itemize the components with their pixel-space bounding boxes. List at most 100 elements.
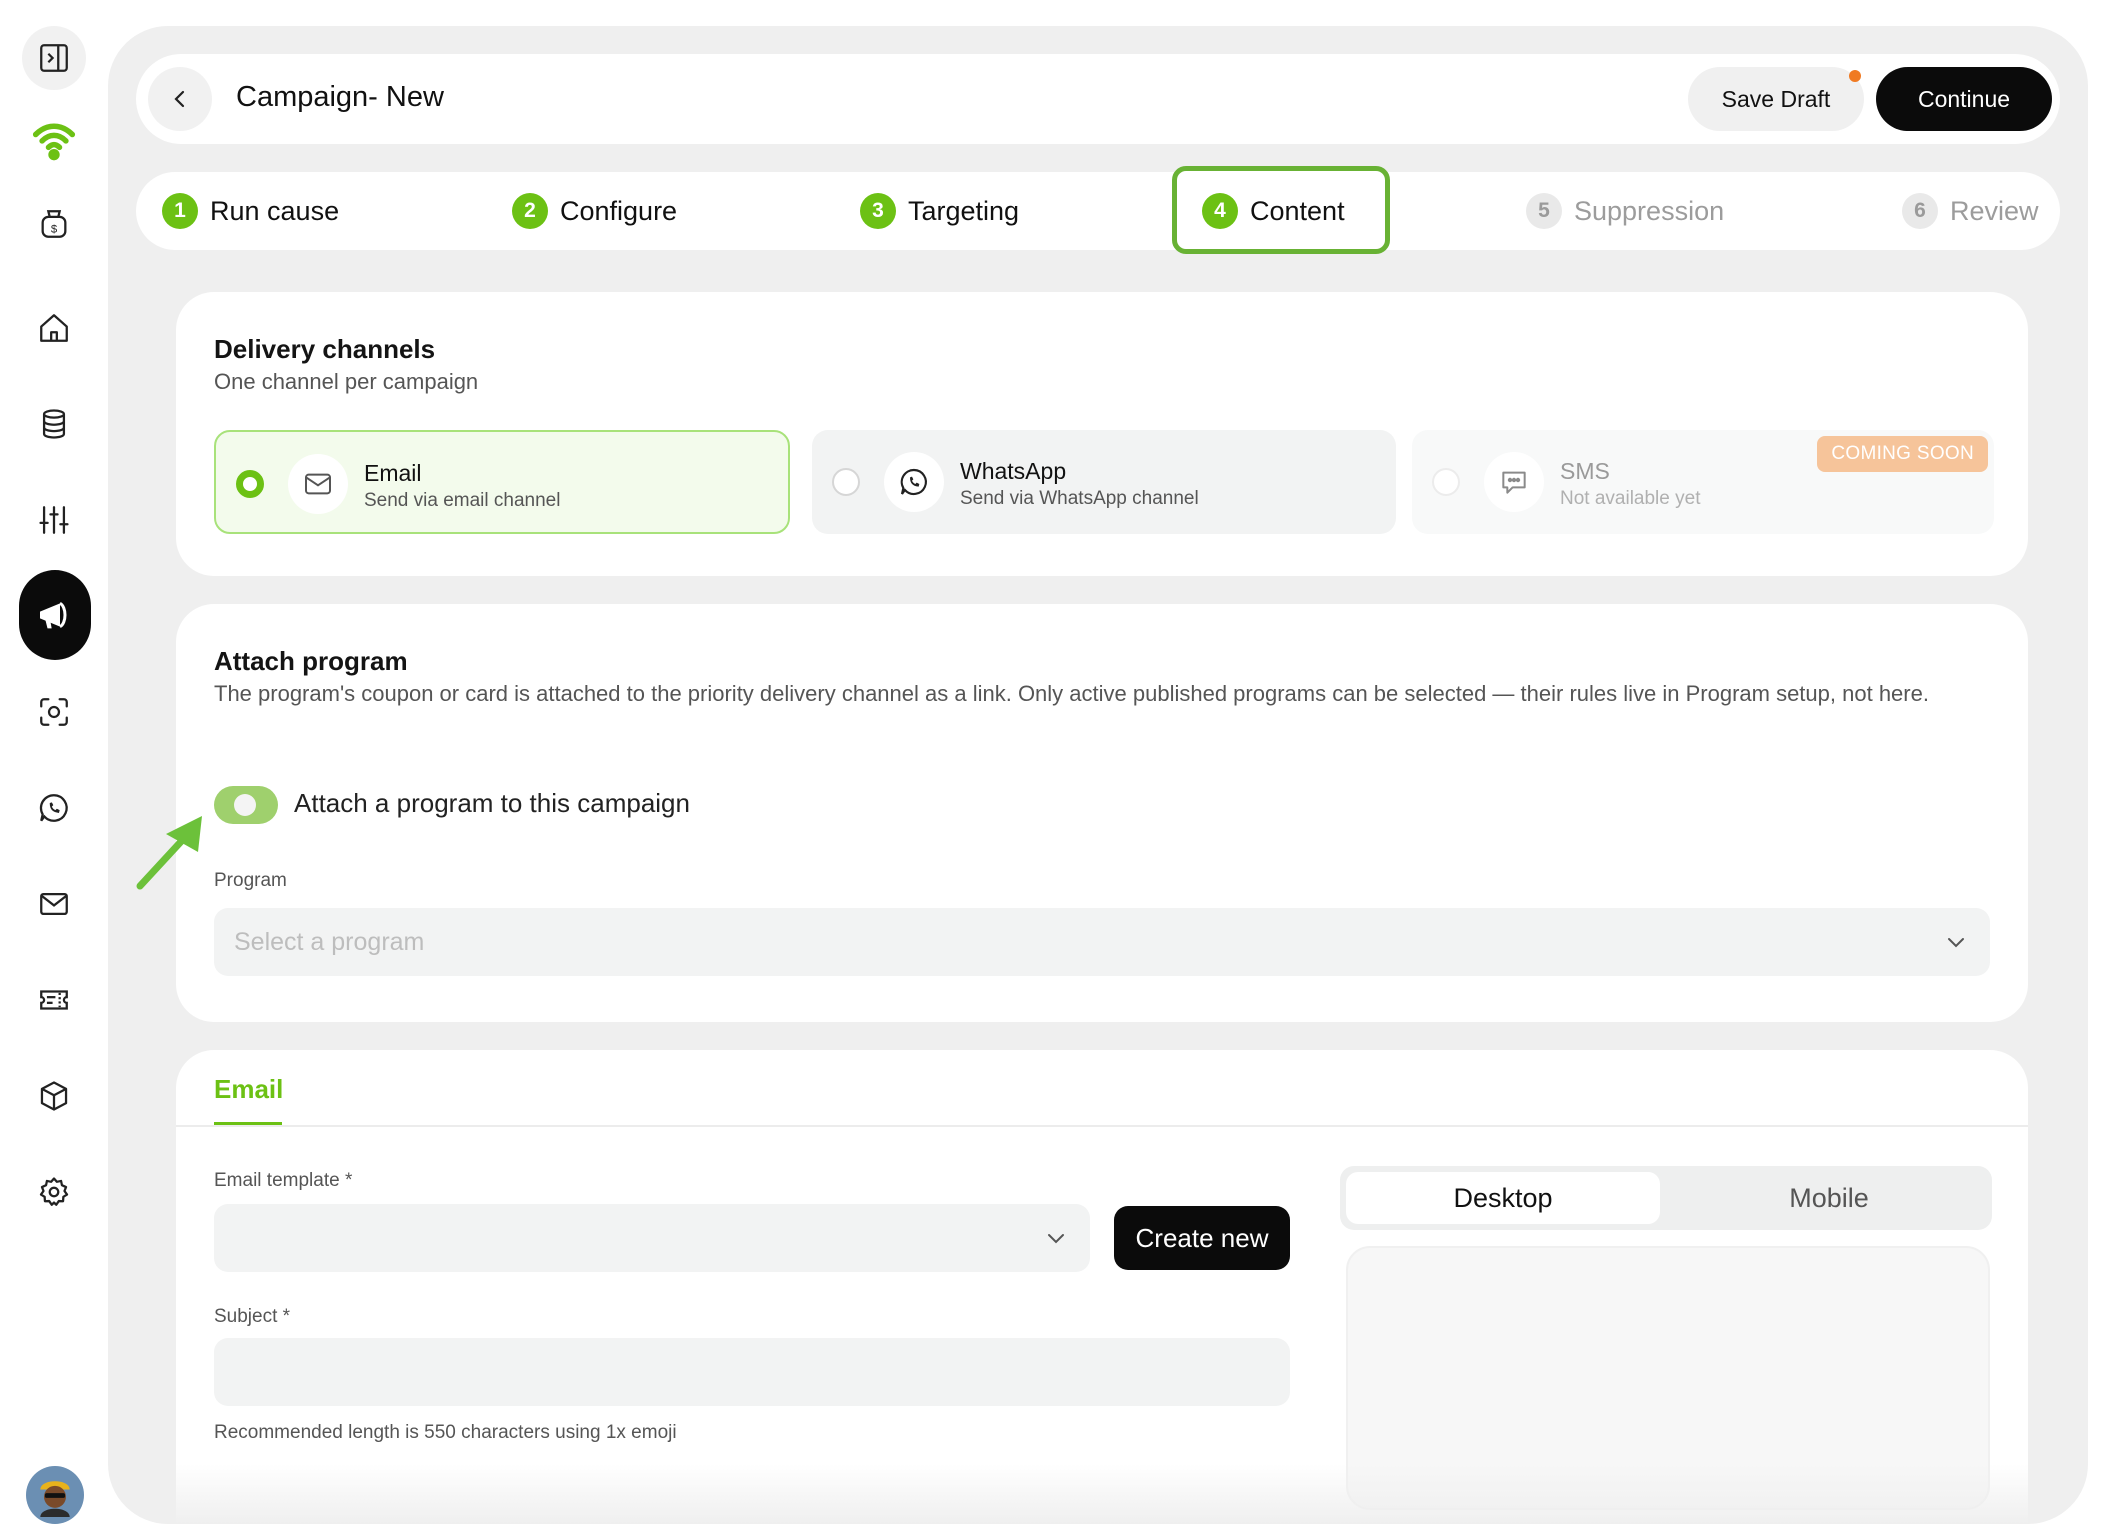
- create-new-template-button[interactable]: Create new: [1114, 1206, 1290, 1270]
- page-title: Campaign- New: [236, 81, 444, 113]
- sliders-icon: [39, 506, 69, 534]
- delivery-channels-card: Delivery channels One channel per campai…: [176, 292, 2028, 576]
- channel-option-sms: SMS Not available yet COMING SOON: [1412, 430, 1994, 534]
- panel-toggle-icon: [40, 44, 68, 72]
- cube-icon: [40, 1081, 68, 1111]
- megaphone-icon: [40, 601, 67, 629]
- select-placeholder: Select a program: [234, 927, 425, 956]
- page-header: Campaign- New Save Draft Continue: [136, 54, 2060, 144]
- mail-icon: [305, 473, 331, 495]
- sidebar-item-settings[interactable]: [22, 1160, 86, 1224]
- step-review[interactable]: 6 Review: [1902, 172, 2039, 250]
- chevron-down-icon: [1048, 1234, 1064, 1244]
- back-button[interactable]: [148, 67, 212, 131]
- home-icon: [40, 314, 68, 342]
- program-field-label: Program: [214, 870, 287, 891]
- coming-soon-badge: COMING SOON: [1817, 436, 1988, 472]
- save-draft-button[interactable]: Save Draft: [1688, 67, 1864, 131]
- sidebar-item-products[interactable]: [22, 1064, 86, 1128]
- toggle-label: Attach a program to this campaign: [294, 788, 690, 818]
- scroll-fade: [176, 1464, 2028, 1524]
- channel-option-email[interactable]: Email Send via email channel: [214, 430, 790, 534]
- step-label: Run cause: [210, 195, 340, 226]
- step-number: 5: [1526, 193, 1562, 229]
- whatsapp-icon: [900, 468, 927, 496]
- sidebar-item-database[interactable]: [22, 392, 86, 456]
- sidebar-item-scan[interactable]: [22, 680, 86, 744]
- channel-icon: [1484, 452, 1544, 512]
- channel-option-whatsapp[interactable]: WhatsApp Send via WhatsApp channel: [812, 430, 1396, 534]
- brand-logo: [22, 108, 86, 172]
- sidebar-item-home[interactable]: [22, 296, 86, 360]
- section-title: Delivery channels: [214, 334, 436, 364]
- step-number: 4: [1202, 193, 1238, 229]
- channel-icon: [884, 452, 944, 512]
- sidebar-item-filters[interactable]: [22, 488, 86, 552]
- radio-disabled: [1432, 468, 1460, 496]
- continue-button[interactable]: Continue: [1876, 67, 2052, 131]
- section-subtitle: One channel per campaign: [214, 369, 479, 394]
- sidebar-item-tickets[interactable]: [22, 968, 86, 1032]
- sidebar-item-whatsapp[interactable]: [22, 776, 86, 840]
- main-panel: Campaign- New Save Draft Continue 1 Run …: [108, 26, 2088, 1524]
- whatsapp-icon: [39, 794, 68, 822]
- channel-name: Email: [364, 460, 422, 486]
- preview-device-toggle: Desktop Mobile: [1340, 1166, 1992, 1230]
- step-content[interactable]: 4 Content: [1202, 172, 1345, 250]
- preview-desktop-tab[interactable]: Desktop: [1346, 1172, 1660, 1224]
- ticket-icon: [40, 990, 68, 1010]
- step-label: Review: [1950, 195, 2039, 226]
- attach-program-card: Attach program The program's coupon or c…: [176, 604, 2028, 1022]
- radio-unselected: [832, 468, 860, 496]
- annotation-arrow-icon: [136, 816, 202, 890]
- toggle-knob: [234, 794, 256, 816]
- step-number: 3: [860, 193, 896, 229]
- money-bag-icon: $: [41, 210, 67, 238]
- step-label: Suppression: [1574, 195, 1725, 226]
- step-label: Targeting: [908, 195, 1020, 226]
- channel-name: SMS: [1560, 458, 1610, 484]
- channel-name: WhatsApp: [960, 458, 1067, 484]
- mail-icon: [40, 892, 68, 916]
- sidebar: $: [0, 0, 108, 1540]
- chat-bubble-icon: [1502, 471, 1526, 494]
- attach-program-toggle[interactable]: [214, 786, 278, 824]
- subject-helper-text: Recommended length is 550 characters usi…: [214, 1422, 677, 1443]
- section-title: Attach program: [214, 646, 408, 676]
- sidebar-item-wallet[interactable]: $: [22, 192, 86, 256]
- section-description: The program's coupon or card is attached…: [214, 681, 1929, 706]
- email-template-select[interactable]: [214, 1204, 1090, 1272]
- channel-description: Send via WhatsApp channel: [960, 488, 1199, 509]
- preview-mobile-tab[interactable]: Mobile: [1672, 1172, 1986, 1224]
- step-targeting[interactable]: 3 Targeting: [860, 172, 1019, 250]
- chevron-down-icon: [1948, 938, 1964, 948]
- unsaved-indicator-dot: [1849, 70, 1861, 82]
- channel-description: Not available yet: [1560, 488, 1701, 509]
- scan-icon: [40, 698, 68, 726]
- avatar-face-icon: [40, 1481, 70, 1517]
- step-number: 6: [1902, 193, 1938, 229]
- gear-icon: [39, 1177, 69, 1206]
- step-label: Content: [1250, 195, 1345, 226]
- step-suppression[interactable]: 5 Suppression: [1526, 172, 1724, 250]
- wifi-logo-icon: [32, 123, 76, 161]
- subject-input[interactable]: [214, 1338, 1290, 1406]
- sidebar-item-mail[interactable]: [22, 872, 86, 936]
- email-content-card: Email Email template * Create new Subjec…: [176, 1050, 2028, 1524]
- step-run-cause[interactable]: 1 Run cause: [162, 172, 339, 250]
- channel-icon: [288, 454, 348, 514]
- sidebar-item-campaigns[interactable]: [19, 570, 91, 660]
- svg-text:$: $: [51, 224, 58, 236]
- step-number: 1: [162, 193, 198, 229]
- database-icon: [42, 409, 66, 439]
- chevron-left-icon: [174, 90, 185, 108]
- subject-label: Subject *: [214, 1306, 291, 1327]
- sidebar-toggle-button[interactable]: [22, 26, 86, 90]
- tab-divider: [176, 1125, 2028, 1127]
- step-number: 2: [512, 193, 548, 229]
- program-select[interactable]: Select a program: [214, 908, 1990, 976]
- user-avatar[interactable]: [26, 1466, 84, 1524]
- email-template-label: Email template *: [214, 1170, 353, 1191]
- step-configure[interactable]: 2 Configure: [512, 172, 677, 250]
- tab-email[interactable]: Email: [214, 1074, 283, 1105]
